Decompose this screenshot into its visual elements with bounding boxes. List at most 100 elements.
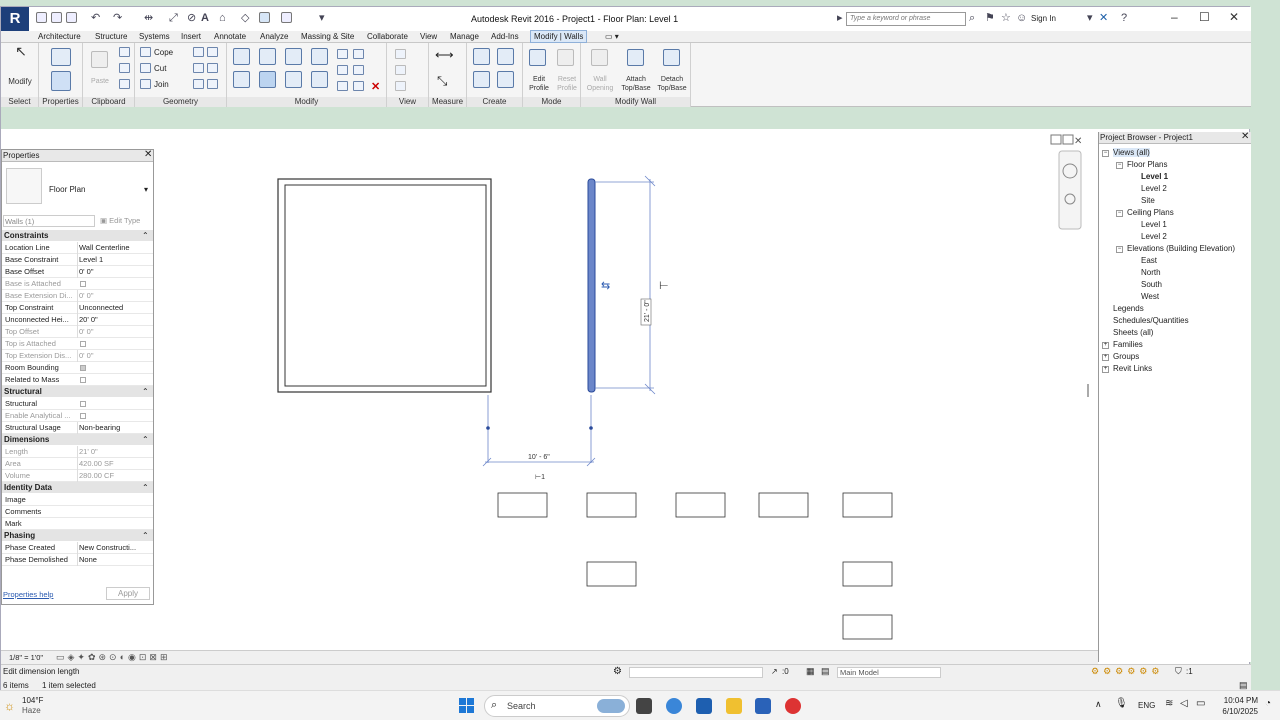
undo-icon[interactable]: ↶: [91, 11, 100, 25]
property-section-header[interactable]: Identity Data: [2, 482, 153, 493]
volume-icon[interactable]: ◁: [1180, 698, 1188, 709]
property-checkbox[interactable]: [80, 413, 86, 419]
property-row[interactable]: Unconnected Hei... 20' 0": [2, 314, 153, 326]
collapse-section-icon[interactable]: ⌃: [142, 531, 149, 540]
edit-profile-icon[interactable]: [529, 49, 546, 66]
tab-insert[interactable]: Insert: [181, 32, 201, 41]
aligned-dimension-icon[interactable]: ⤡: [437, 73, 447, 89]
clock-date[interactable]: 6/10/2025: [1216, 707, 1258, 716]
tab-view[interactable]: View: [420, 32, 437, 41]
geometry-tool-2-icon[interactable]: [207, 47, 218, 57]
weather-icon[interactable]: ☼: [4, 699, 15, 713]
edit-profile-button[interactable]: Edit Profile: [525, 75, 553, 93]
copy-icon[interactable]: [259, 71, 276, 88]
property-section-header[interactable]: Dimensions: [2, 434, 153, 445]
property-row[interactable]: Base is Attached: [2, 278, 153, 290]
drawing-canvas[interactable]: ✕ ⇆ ⊢ 21' - 0" 10' - 6" ⊢1: [154, 129, 1098, 661]
tab-analyze[interactable]: Analyze: [260, 32, 288, 41]
property-row[interactable]: Base Extension Di... 0' 0": [2, 290, 153, 302]
tab-architecture[interactable]: Architecture: [38, 32, 81, 41]
move-icon[interactable]: [233, 71, 250, 88]
property-checkbox[interactable]: [80, 341, 86, 347]
property-value[interactable]: New Constructi...: [77, 542, 151, 554]
property-checkbox[interactable]: [80, 377, 86, 383]
geometry-tool-4-icon[interactable]: [207, 63, 218, 73]
section-icon[interactable]: ◇: [241, 11, 249, 25]
binoculars-icon[interactable]: ⌕: [969, 11, 975, 25]
edit-type-button[interactable]: ▣ Edit Type: [100, 215, 152, 227]
property-section-header[interactable]: Constraints: [2, 230, 153, 241]
geometry-tool-5-icon[interactable]: [193, 79, 204, 89]
main-model-dropdown[interactable]: Main Model: [837, 667, 941, 678]
property-value[interactable]: Wall Centerline: [77, 242, 151, 254]
property-row[interactable]: Top is Attached: [2, 338, 153, 350]
browser-item[interactable]: Legends: [1113, 304, 1144, 313]
filter-icon[interactable]: ⛉: [1175, 666, 1182, 677]
3d-view-icon[interactable]: ⌂: [219, 11, 226, 25]
browser-item[interactable]: South: [1141, 280, 1162, 289]
create-group-icon[interactable]: [497, 71, 514, 88]
join-icon[interactable]: [140, 79, 151, 89]
property-checkbox[interactable]: [80, 365, 86, 371]
geometry-tool-1-icon[interactable]: [193, 47, 204, 57]
attach-top-base-icon[interactable]: [627, 49, 644, 66]
tab-structure[interactable]: Structure: [95, 32, 127, 41]
cope-icon[interactable]: [140, 47, 151, 57]
cut-button[interactable]: Cut: [154, 64, 166, 73]
detach-top-base-button[interactable]: Detach Top/Base: [655, 75, 689, 93]
rotate-icon[interactable]: [285, 71, 302, 88]
battery-icon[interactable]: ▭: [1196, 698, 1205, 709]
language-indicator[interactable]: ENG: [1138, 701, 1155, 710]
measure-icon[interactable]: ⇹: [144, 11, 153, 25]
create-similar-icon[interactable]: [473, 48, 490, 65]
instance-filter[interactable]: Walls (1): [3, 215, 95, 227]
selection-options-icons[interactable]: ⚙⚙⚙⚙⚙⚙: [1091, 666, 1163, 677]
properties-close-icon[interactable]: ✕: [144, 149, 152, 160]
split-gap-icon[interactable]: [353, 49, 364, 59]
join-button[interactable]: Join: [154, 80, 169, 89]
property-row[interactable]: Area 420.00 SF: [2, 458, 153, 470]
cut-clipboard-icon[interactable]: [119, 47, 130, 57]
favorites-icon[interactable]: ☆: [1001, 11, 1011, 25]
property-row[interactable]: Enable Analytical ...: [2, 410, 153, 422]
tray-chevron-icon[interactable]: ∧: [1095, 699, 1102, 710]
collapse-section-icon[interactable]: ⌃: [142, 387, 149, 396]
scale-icon[interactable]: [353, 65, 364, 75]
browser-item[interactable]: Sheets (all): [1113, 328, 1153, 337]
browser-item[interactable]: North: [1141, 268, 1161, 277]
minimize-icon[interactable]: –: [1171, 10, 1178, 24]
property-row[interactable]: Phase Demolished None: [2, 554, 153, 566]
notification-icon[interactable]: ◔: [1265, 698, 1271, 709]
property-row[interactable]: Phase Created New Constructi...: [2, 542, 153, 554]
property-value[interactable]: Unconnected: [77, 302, 151, 314]
property-value[interactable]: 20' 0": [77, 314, 151, 326]
browser-item[interactable]: East: [1141, 256, 1157, 265]
floor-plan-drawing[interactable]: ✕ ⇆ ⊢ 21' - 0" 10' - 6" ⊢1: [154, 129, 1098, 661]
browser-item[interactable]: Level 1: [1141, 220, 1167, 229]
close-icon[interactable]: ✕: [1229, 10, 1239, 24]
browser-item[interactable]: Schedules/Quantities: [1113, 316, 1189, 325]
worksets-icon[interactable]: ⚙: [613, 666, 622, 677]
design-option-select-icon[interactable]: ▤: [821, 666, 830, 677]
cut-geometry-icon[interactable]: [140, 63, 151, 73]
weather-temp[interactable]: 104°F: [22, 696, 43, 705]
browser-item[interactable]: Level 2: [1141, 184, 1167, 193]
property-row[interactable]: Top Extension Dis... 0' 0": [2, 350, 153, 362]
tab-add-ins[interactable]: Add-Ins: [491, 32, 519, 41]
qat-dropdown-icon[interactable]: ▾: [319, 11, 325, 25]
property-section-header[interactable]: Phasing: [2, 530, 153, 541]
split-icon[interactable]: [337, 49, 348, 59]
browser-item[interactable]: West: [1141, 292, 1159, 301]
hide-icon[interactable]: [395, 49, 406, 59]
property-value[interactable]: 0' 0": [77, 290, 151, 302]
unpin-icon[interactable]: [353, 81, 364, 91]
modify-button[interactable]: Modify: [5, 77, 35, 86]
text-icon[interactable]: A: [201, 11, 209, 25]
property-row[interactable]: Volume 280.00 CF: [2, 470, 153, 482]
open-icon[interactable]: [36, 12, 47, 23]
keyword-search-input[interactable]: Type a keyword or phrase: [846, 12, 966, 26]
property-row[interactable]: Comments: [2, 506, 153, 518]
tree-expander-icon[interactable]: −: [1116, 162, 1123, 169]
wifi-icon[interactable]: ≋: [1165, 698, 1173, 709]
property-row[interactable]: Top Offset 0' 0": [2, 326, 153, 338]
